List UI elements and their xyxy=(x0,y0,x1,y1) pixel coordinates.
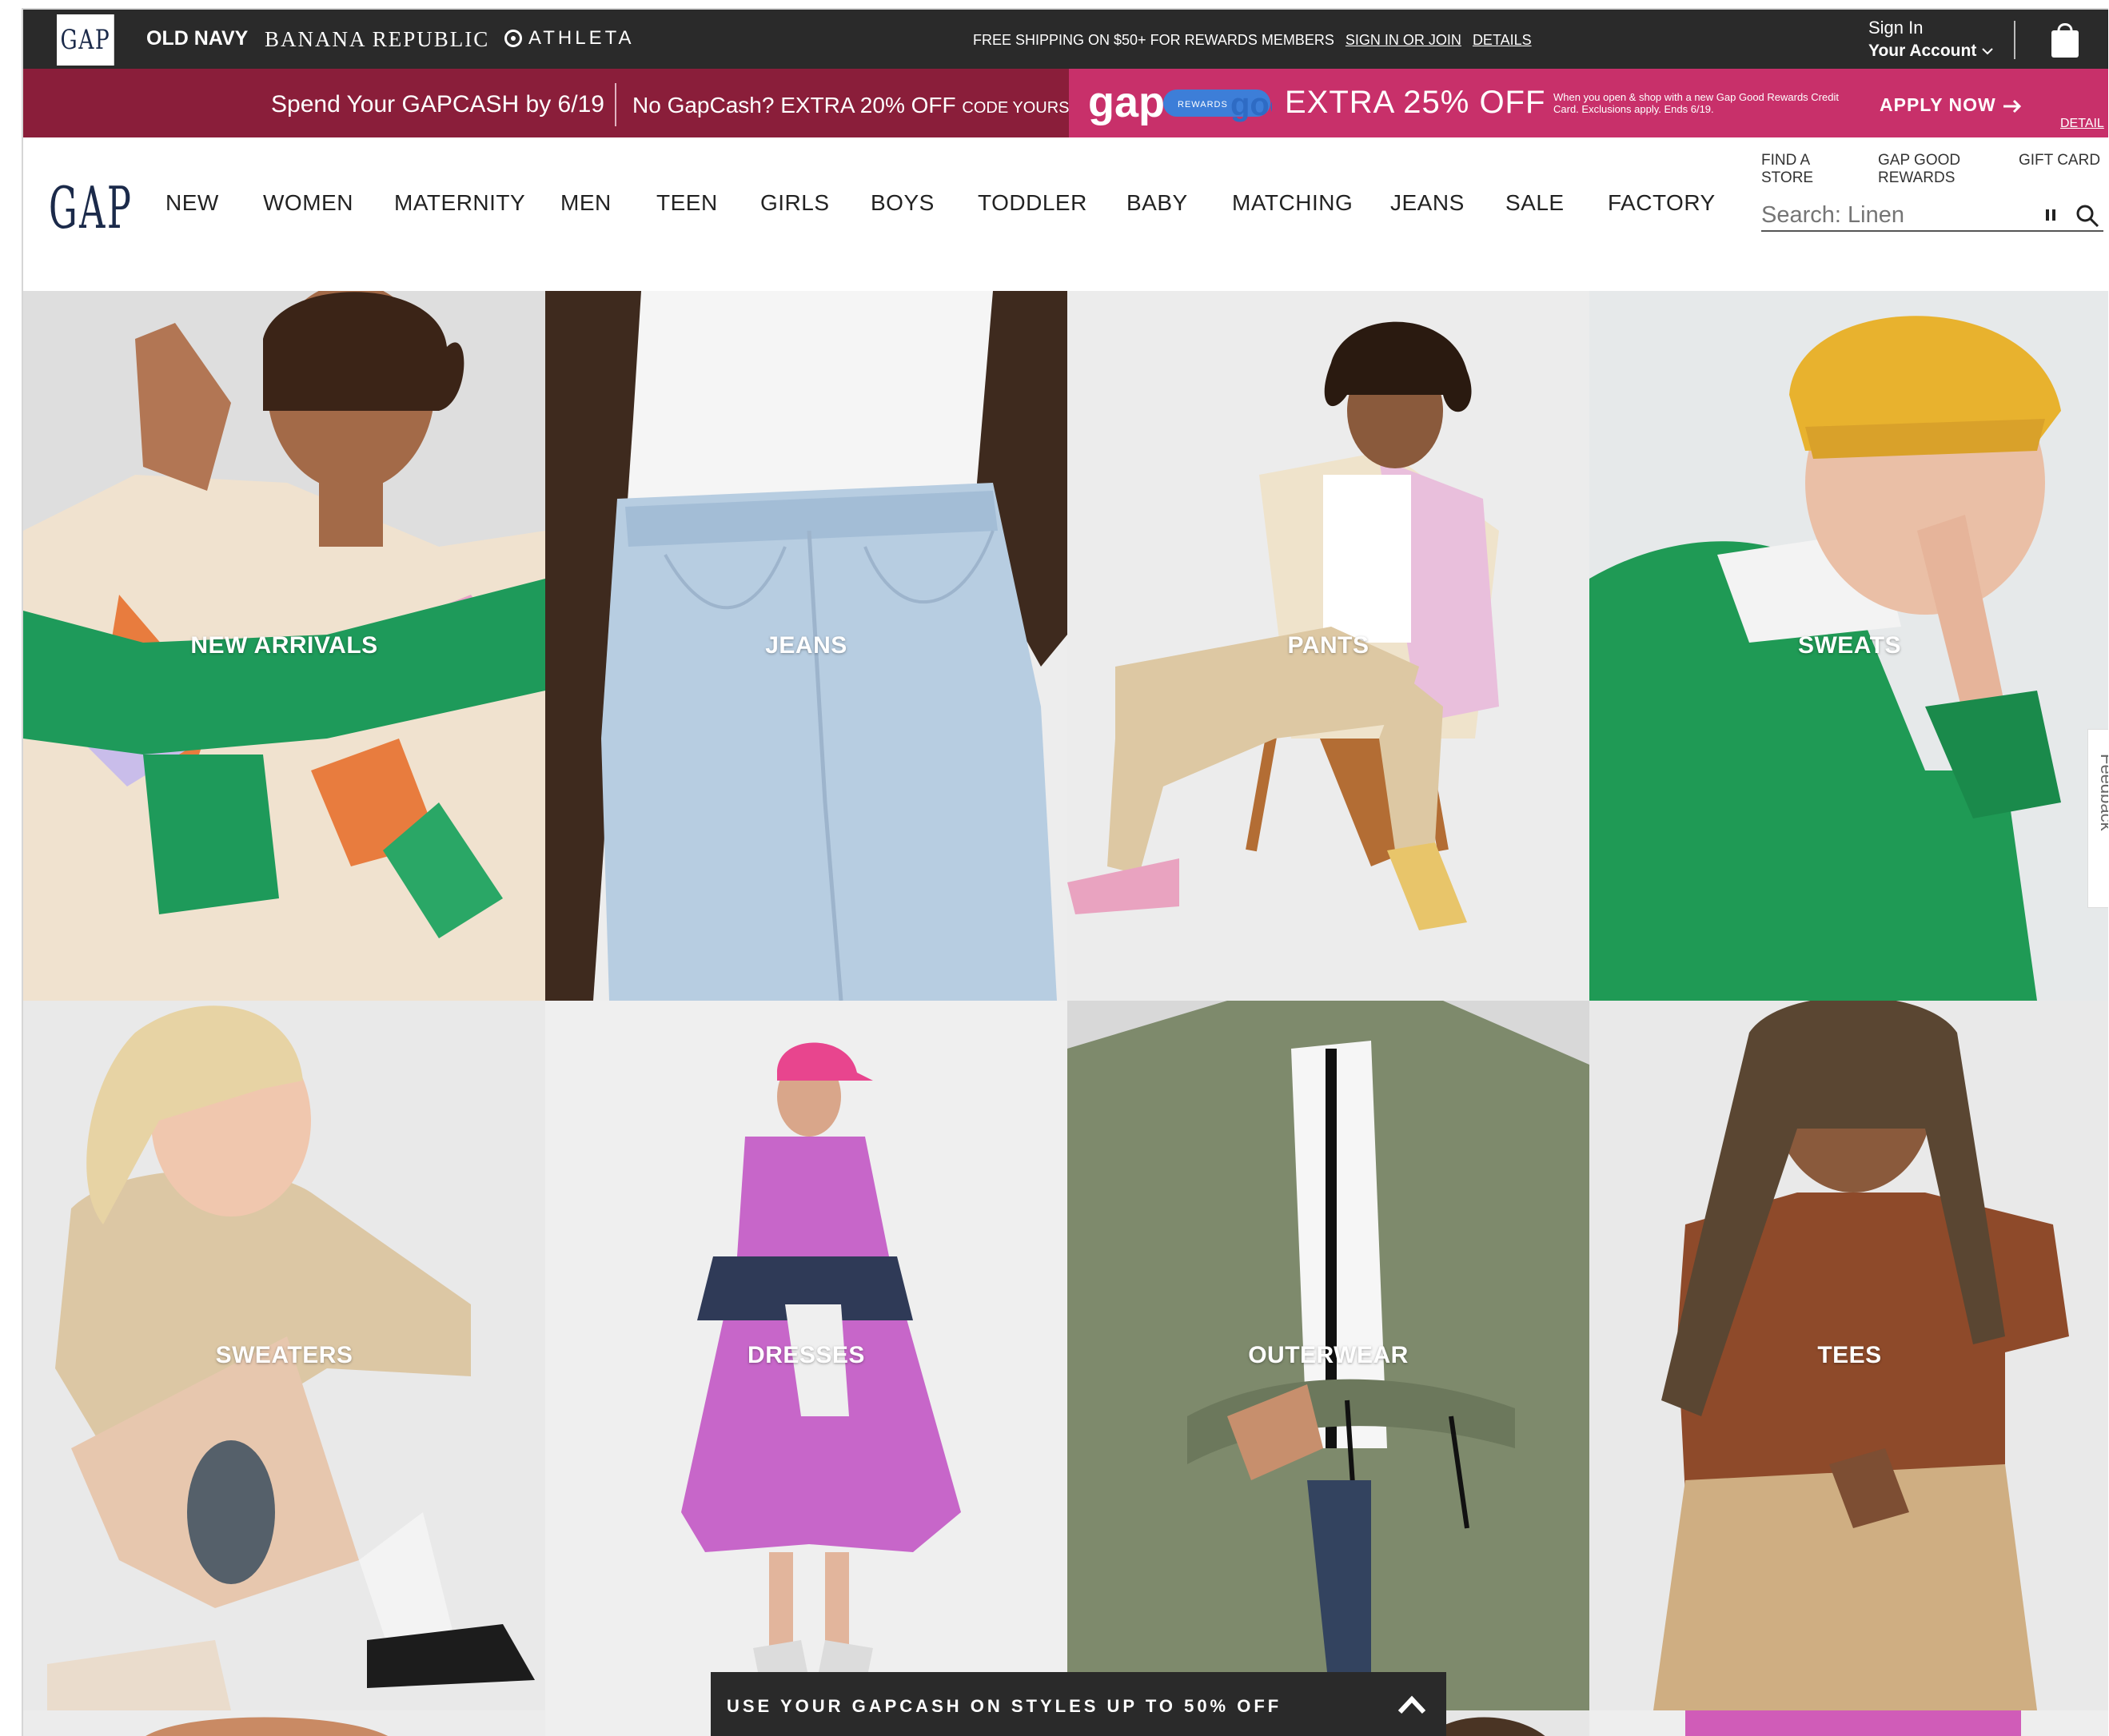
athleta-logo-icon xyxy=(504,30,522,47)
tile-dresses[interactable]: DRESSES xyxy=(545,1001,1067,1710)
gap-good-rewards-logo-icon: gap REWARDS good xyxy=(1088,80,1272,126)
feedback-tab[interactable]: Feedback xyxy=(2087,729,2108,908)
svg-text:good: good xyxy=(1230,87,1272,122)
nav-boys[interactable]: BOYS xyxy=(871,190,935,216)
gapcash-drawer-text: USE YOUR GAPCASH ON STYLES UP TO 50% OFF xyxy=(727,1696,1282,1716)
banana-republic-brand-link[interactable]: BANANA REPUBLIC xyxy=(265,27,489,52)
tile-sweats[interactable]: SWEATS xyxy=(1589,291,2108,1001)
tile-row3-4[interactable] xyxy=(1589,1710,2108,1736)
nav-men[interactable]: MEN xyxy=(560,190,612,216)
nav-new[interactable]: NEW xyxy=(165,190,219,216)
gapcash-drawer-bar[interactable]: USE YOUR GAPCASH ON STYLES UP TO 50% OFF xyxy=(711,1672,1446,1736)
credit-card-fine-print: When you open & shop with a new Gap Good… xyxy=(1553,91,1839,115)
nav-maternity[interactable]: MATERNITY xyxy=(394,190,525,216)
spend-gapcash-promo[interactable]: Spend Your GAPCASH by 6/19 xyxy=(271,91,604,118)
tile-new-arrivals[interactable]: NEW ARRIVALS xyxy=(23,291,545,1001)
promo-details-link[interactable]: DETAIL xyxy=(2060,117,2104,131)
brand-bar: GAP OLD NAVY BANANA REPUBLIC ATHLETA FRE… xyxy=(23,10,2108,69)
tile-label-jeans: JEANS xyxy=(765,632,847,659)
your-account-label: Your Account xyxy=(1868,42,1977,60)
shipping-banner: FREE SHIPPING ON $50+ FOR REWARDS MEMBER… xyxy=(973,32,1532,49)
athleta-brand-link[interactable]: ATHLETA xyxy=(504,27,634,50)
tile-tees[interactable]: TEES xyxy=(1589,1001,2108,1710)
account-divider xyxy=(2014,21,2015,59)
tile-jeans[interactable]: JEANS xyxy=(545,291,1067,1001)
tile-outerwear[interactable]: OUTERWEAR xyxy=(1067,1001,1589,1710)
tile-label-new-arrivals: NEW ARRIVALS xyxy=(190,632,378,659)
tile-pants[interactable]: PANTS xyxy=(1067,291,1589,1001)
find-a-store-link[interactable]: FIND A STORE xyxy=(1761,152,1833,187)
gap-brand-label: GAP xyxy=(60,24,111,56)
nav-sale[interactable]: SALE xyxy=(1505,190,1565,216)
tile-label-tees: TEES xyxy=(1817,1342,1882,1368)
svg-text:gap: gap xyxy=(1088,80,1165,126)
nav-factory[interactable]: FACTORY xyxy=(1608,190,1716,216)
arrow-right-icon xyxy=(2003,99,2022,113)
tile-label-sweats: SWEATS xyxy=(1797,632,1902,659)
apply-now-label: APPLY NOW xyxy=(1880,94,1996,115)
tile-label-sweaters: SWEATERS xyxy=(215,1342,353,1368)
gift-card-link[interactable]: GIFT CARD xyxy=(2019,152,2100,169)
category-grid: NEW ARRIVALS JEANS PANTS SWEATS SWEATERS… xyxy=(23,291,2108,1736)
promo-divider xyxy=(615,83,616,126)
shipping-text: FREE SHIPPING ON $50+ FOR REWARDS MEMBER… xyxy=(973,32,1334,48)
nav-matching[interactable]: MATCHING xyxy=(1232,190,1353,216)
search-icon[interactable] xyxy=(2075,203,2100,229)
gap-good-rewards-link[interactable]: GAP GOOD REWARDS xyxy=(1878,152,1982,187)
nav-teen[interactable]: TEEN xyxy=(656,190,718,216)
old-navy-brand-link[interactable]: OLD NAVY xyxy=(146,27,248,50)
nav-jeans[interactable]: JEANS xyxy=(1390,190,1465,216)
athleta-label: ATHLETA xyxy=(528,27,635,49)
tile-label-dresses: DRESSES xyxy=(748,1342,865,1368)
tile-sweaters[interactable]: SWEATERS xyxy=(23,1001,545,1710)
tile-row3-1[interactable] xyxy=(23,1710,545,1736)
apply-now-button[interactable]: APPLY NOW xyxy=(1880,94,2023,116)
nav-toddler[interactable]: TODDLER xyxy=(978,190,1087,216)
chevron-down-icon xyxy=(1982,48,1993,55)
your-account-menu[interactable]: Your Account xyxy=(1868,42,1994,61)
nav-women[interactable]: WOMEN xyxy=(263,190,353,216)
feedback-label: Feedback xyxy=(2097,754,2108,831)
main-navigation: GAP NEW WOMEN MATERNITY MEN TEEN GIRLS B… xyxy=(23,137,2108,291)
gap-logo[interactable]: GAP xyxy=(49,174,133,241)
gap-brand-tab[interactable]: GAP xyxy=(57,14,114,66)
extra-20-text: No GapCash? EXTRA 20% OFF xyxy=(632,93,956,117)
promo-bar: Spend Your GAPCASH by 6/19 No GapCash? E… xyxy=(23,69,2108,137)
shipping-details-link[interactable]: DETAILS xyxy=(1473,32,1532,49)
pause-icon[interactable] xyxy=(2046,209,2057,222)
extra-20-promo[interactable]: No GapCash? EXTRA 20% OFF CODE YOURS xyxy=(632,93,1070,118)
tile-label-outerwear: OUTERWEAR xyxy=(1248,1342,1409,1368)
nav-girls[interactable]: GIRLS xyxy=(760,190,830,216)
row3-image-4 xyxy=(1589,1710,2108,1736)
chevron-up-icon[interactable] xyxy=(1397,1693,1427,1715)
tile-label-pants: PANTS xyxy=(1287,632,1369,659)
rewards-badge-text: REWARDS xyxy=(1178,100,1228,109)
browser-page: GAP OLD NAVY BANANA REPUBLIC ATHLETA FRE… xyxy=(22,8,2108,1736)
row3-image-1 xyxy=(23,1710,545,1736)
sign-in-or-join-link[interactable]: SIGN IN OR JOIN xyxy=(1346,32,1461,49)
promo-code: CODE YOURS xyxy=(962,99,1070,117)
extra-25-off-text: EXTRA 25% OFF xyxy=(1285,85,1546,120)
sign-in-label[interactable]: Sign In xyxy=(1868,18,1924,38)
nav-baby[interactable]: BABY xyxy=(1126,190,1188,216)
shopping-bag-icon[interactable] xyxy=(2049,19,2081,59)
